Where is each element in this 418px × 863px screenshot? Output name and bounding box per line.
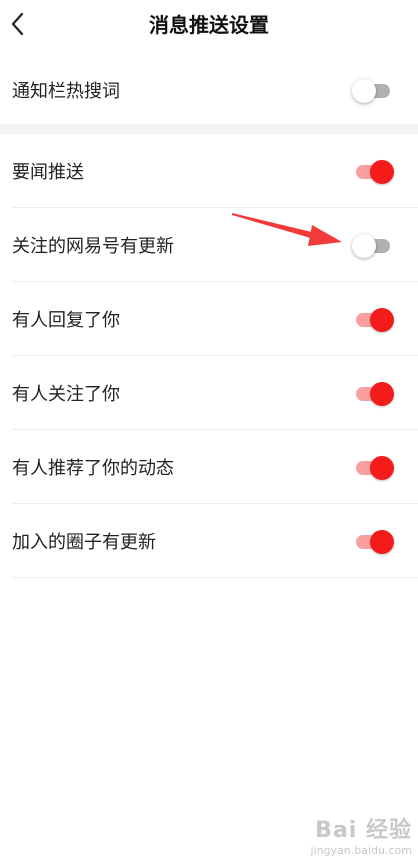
toggle-knob: [370, 307, 394, 332]
setting-label: 加入的圈子有更新: [12, 531, 156, 553]
toggle-someone-followed[interactable]: [354, 379, 394, 407]
setting-row-headline-push: 要闻推送: [12, 134, 418, 208]
setting-row-someone-followed: 有人关注了你: [12, 356, 418, 430]
page-title: 消息推送设置: [149, 13, 269, 37]
setting-row-someone-recommended: 有人推荐了你的动态: [12, 430, 418, 504]
toggle-circle-update[interactable]: [354, 527, 394, 555]
setting-label: 有人推荐了你的动态: [12, 457, 174, 479]
setting-label: 有人关注了你: [12, 383, 120, 405]
top-bar: 消息推送设置: [0, 0, 418, 48]
toggle-knob: [352, 233, 376, 258]
toggle-knob: [370, 455, 394, 480]
section-divider: [0, 124, 418, 134]
toggle-headline-push[interactable]: [354, 157, 394, 185]
toggle-someone-recommended[interactable]: [354, 453, 394, 481]
setting-row-someone-replied: 有人回复了你: [12, 282, 418, 356]
toggle-knob: [352, 79, 376, 103]
watermark-logo: Bai 经验 jingyan.baidu.com: [310, 818, 412, 857]
setting-row-circle-update: 加入的圈子有更新: [12, 504, 418, 578]
setting-label: 有人回复了你: [12, 309, 120, 331]
setting-label: 关注的网易号有更新: [12, 235, 174, 257]
setting-label: 要闻推送: [12, 161, 84, 183]
annotation-arrow-icon: [228, 208, 348, 252]
setting-row-followed-account-update: 关注的网易号有更新: [12, 208, 418, 282]
toggle-knob: [370, 159, 394, 184]
notification-settings-page: 消息推送设置 通知栏热搜词 要闻推送 关注的网易号有更新 有人回复了你 有人关注…: [0, 0, 418, 863]
toggle-knob: [370, 381, 394, 406]
toggle-hot-search[interactable]: [352, 76, 394, 104]
toggle-knob: [370, 529, 394, 554]
toggle-someone-replied[interactable]: [354, 305, 394, 333]
setting-row-hot-search: 通知栏热搜词: [12, 53, 418, 127]
toggle-followed-account-update[interactable]: [352, 231, 394, 259]
setting-label: 通知栏热搜词: [12, 81, 120, 102]
